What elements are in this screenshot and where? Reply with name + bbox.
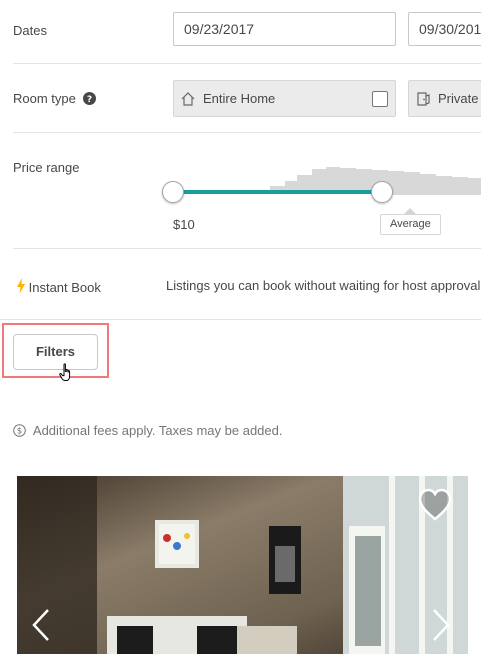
listing-photo-image: [17, 476, 468, 654]
hand-cursor-icon: [59, 363, 75, 388]
checkin-date-input[interactable]: 09/23/2017: [173, 12, 396, 46]
svg-text:?: ?: [86, 95, 91, 105]
instant-book-description: Listings you can book without waiting fo…: [166, 278, 481, 293]
instant-book-text: Instant Book: [28, 280, 101, 295]
price-track-selected: [173, 190, 382, 194]
dollar-circle-icon: $: [13, 424, 26, 440]
room-option-private-room[interactable]: Private room: [408, 80, 481, 117]
room-option-label: Entire Home: [203, 91, 276, 106]
price-max-handle[interactable]: [371, 181, 393, 203]
room-type-label-text: Room type: [13, 91, 76, 106]
divider: [13, 132, 481, 133]
heart-icon[interactable]: [417, 488, 453, 527]
divider: [13, 63, 481, 64]
checkout-date-input[interactable]: 09/30/2017: [408, 12, 481, 46]
home-icon: [180, 91, 196, 107]
room-type-label: Room type ?: [13, 91, 96, 108]
fees-note: $ Additional fees apply. Taxes may be ad…: [13, 423, 282, 440]
price-histogram: [270, 167, 481, 193]
svg-text:$: $: [17, 427, 22, 437]
fees-note-text: Additional fees apply. Taxes may be adde…: [32, 423, 283, 438]
price-min-value: $10: [173, 217, 195, 232]
room-option-label: Private room: [438, 91, 481, 106]
listing-photo[interactable]: [17, 476, 468, 654]
entire-home-checkbox[interactable]: [372, 91, 388, 107]
chevron-right-icon[interactable]: [431, 608, 451, 647]
divider: [13, 248, 481, 249]
room-option-entire-home[interactable]: Entire Home: [173, 80, 396, 117]
door-icon: [415, 91, 431, 107]
chevron-left-icon[interactable]: [31, 608, 51, 647]
lightning-bolt-icon: [17, 278, 25, 297]
question-circle-icon[interactable]: ?: [82, 92, 96, 108]
divider: [0, 319, 481, 320]
filters-button[interactable]: Filters: [13, 334, 98, 370]
dates-label: Dates: [13, 23, 47, 38]
average-price-label: Average: [380, 214, 441, 235]
price-min-handle[interactable]: [162, 181, 184, 203]
instant-book-label: Instant Book: [17, 278, 101, 297]
